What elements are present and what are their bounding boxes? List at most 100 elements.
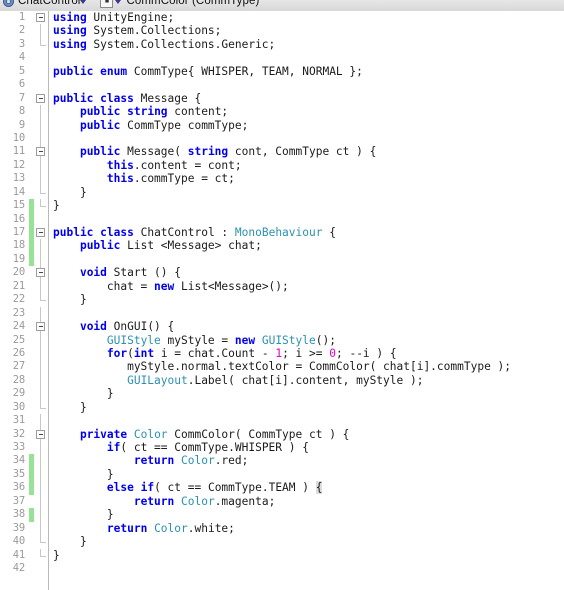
code-line-text[interactable]: } [53,468,114,481]
code-line-text[interactable]: using System.Collections; [53,24,221,37]
fold-column[interactable] [35,266,47,280]
fold-collapse-icon[interactable] [36,322,45,332]
code-line[interactable]: 15} [0,199,564,213]
code-line[interactable]: 5 public enum CommType{ WHISPER, TEAM, NO… [0,65,564,78]
fold-guide-line [40,252,41,267]
fold-collapse-icon[interactable] [36,13,45,22]
code-line-text[interactable]: myStyle.normal.textColor = CommColor( ch… [53,360,511,373]
fold-column[interactable] [35,427,47,441]
code-line[interactable]: 13 this.commType = ct; [0,172,564,186]
code-line-text[interactable]: private Color CommColor( CommType ct ) { [53,428,349,441]
code-line-text[interactable]: public class Message { [53,92,201,105]
code-line-text[interactable]: GUILayout.Label( chat[i].content, myStyl… [53,374,423,387]
code-line[interactable]: 33 if( ct == CommType.WHISPER ) { [0,441,564,455]
code-line[interactable]: 23 [0,306,564,321]
code-line[interactable]: 35 } [0,467,564,482]
code-line-text[interactable]: void OnGUI() { [53,320,174,333]
code-line[interactable]: 1 using UnityEngine; [0,11,564,24]
code-line[interactable]: 31 [0,414,564,428]
code-line-text[interactable]: } [53,387,114,400]
code-line-text[interactable]: using System.Collections.Generic; [53,38,275,51]
code-line[interactable]: 21 chat = new List<Message>(); [0,279,564,294]
code-token-pln [134,481,141,494]
code-line[interactable]: 36 else if( ct == CommType.TEAM ) { [0,481,564,495]
code-line[interactable]: 42 [0,562,564,575]
code-line-text[interactable]: return Color.white; [53,522,235,535]
code-line-text[interactable]: public enum CommType{ WHISPER, TEAM, NOR… [53,65,363,78]
code-line[interactable]: 3 using System.Collections.Generic; [0,37,564,51]
code-line[interactable]: 22 } [0,293,564,306]
chevron-down-icon-type[interactable] [80,0,87,4]
code-line[interactable]: 6 [0,78,564,91]
code-line[interactable]: 41} [0,548,564,562]
code-line-text[interactable]: using UnityEngine; [53,11,174,24]
fold-column[interactable] [35,11,47,24]
fold-column[interactable] [35,226,47,239]
code-line-text[interactable]: if( ct == CommType.WHISPER ) { [53,441,309,454]
code-line-text[interactable]: } [53,186,87,199]
code-line-text[interactable]: this.content = cont; [53,159,242,172]
code-line[interactable]: 9 public CommType commType; [0,118,564,132]
code-line[interactable]: 28 GUILayout.Label( chat[i].content, myS… [0,373,564,388]
code-line-text[interactable]: public CommType commType; [53,119,248,132]
code-line[interactable]: 40 } [0,535,564,548]
code-line-text[interactable]: return Color.magenta; [53,495,275,508]
code-line[interactable]: 26 for(int i = chat.Count - 1; i >= 0; -… [0,346,564,361]
code-line[interactable]: 7 public class Message { [0,92,564,105]
code-line[interactable]: 17 public class ChatControl : MonoBehavio… [0,226,564,240]
code-line-text[interactable]: chat = new List<Message>(); [53,280,289,293]
code-line-text[interactable]: } [53,508,114,521]
fold-collapse-icon[interactable] [36,268,45,278]
code-line[interactable]: 25 GUIStyle myStyle = new GUIStyle(); [0,333,564,347]
code-line-text[interactable]: } [53,549,60,562]
code-line[interactable]: 29 } [0,387,564,401]
nav-member-name[interactable]: CommColor (CommType) [126,0,259,7]
code-line[interactable]: 27 myStyle.normal.textColor = CommColor(… [0,360,564,374]
code-line-text[interactable]: public string content; [53,105,228,118]
code-line[interactable]: 32 private Color CommColor( CommType ct … [0,427,564,441]
code-line[interactable]: 24 void OnGUI() { [0,320,564,334]
code-line[interactable]: 30 } [0,400,564,414]
nav-type-name[interactable]: ChatControl [18,0,80,7]
code-line[interactable]: 4 [0,51,564,64]
code-line-text[interactable]: public class ChatControl : MonoBehaviour… [53,226,336,239]
fold-guide-line [40,172,41,186]
fold-collapse-icon[interactable] [36,228,45,237]
code-line[interactable]: 8 public string content; [0,105,564,119]
fold-column[interactable] [35,92,47,105]
code-line-text[interactable]: GUIStyle myStyle = new GUIStyle(); [53,334,336,347]
code-line-text[interactable]: for(int i = chat.Count - 1; i >= 0; --i … [53,347,397,360]
code-line-text[interactable]: } [53,401,87,414]
code-line[interactable]: 2 using System.Collections; [0,24,564,38]
fold-column[interactable] [35,320,47,334]
code-line-text[interactable]: } [53,535,87,548]
code-line[interactable]: 10 [0,131,564,146]
code-line-text[interactable]: public Message( string cont, CommType ct… [53,145,376,158]
code-line-text[interactable]: void Start () { [53,266,181,279]
code-line-text[interactable]: public List <Message> chat; [53,239,262,252]
code-line[interactable]: 12 this.content = cont; [0,158,564,173]
code-line-text[interactable]: this.commType = ct; [53,172,235,185]
code-line[interactable]: 19 [0,252,564,267]
code-line-text[interactable]: return Color.red; [53,454,249,467]
code-editor-surface[interactable]: 1 using UnityEngine; 2 using System.Collect… [0,11,564,590]
fold-collapse-icon[interactable] [36,93,45,103]
code-line[interactable]: 16 [0,212,564,226]
fold-column[interactable] [35,145,47,159]
fold-collapse-icon[interactable] [36,429,45,439]
code-line[interactable]: 18 public List <Message> chat; [0,239,564,253]
code-line[interactable]: 37 return Color.magenta; [0,494,564,509]
code-line[interactable]: 11 public Message( string cont, CommType… [0,145,564,159]
code-line[interactable]: 14 } [0,185,564,199]
code-line-text[interactable]: } [53,293,87,306]
code-line-text[interactable]: else if( ct == CommType.TEAM ) { [53,481,323,495]
code-line-text[interactable]: } [53,199,60,212]
fold-collapse-icon[interactable] [36,147,45,157]
code-line[interactable]: 39 return Color.white; [0,521,564,536]
chevron-down-icon-member[interactable] [115,0,122,4]
fold-region-end-icon [40,400,46,409]
code-line[interactable]: 38 } [0,508,564,522]
code-line-list[interactable]: 1 using UnityEngine; 2 using System.Collect… [0,11,564,575]
code-line[interactable]: 34 return Color.red; [0,454,564,468]
code-line[interactable]: 20 void Start () { [0,266,564,280]
